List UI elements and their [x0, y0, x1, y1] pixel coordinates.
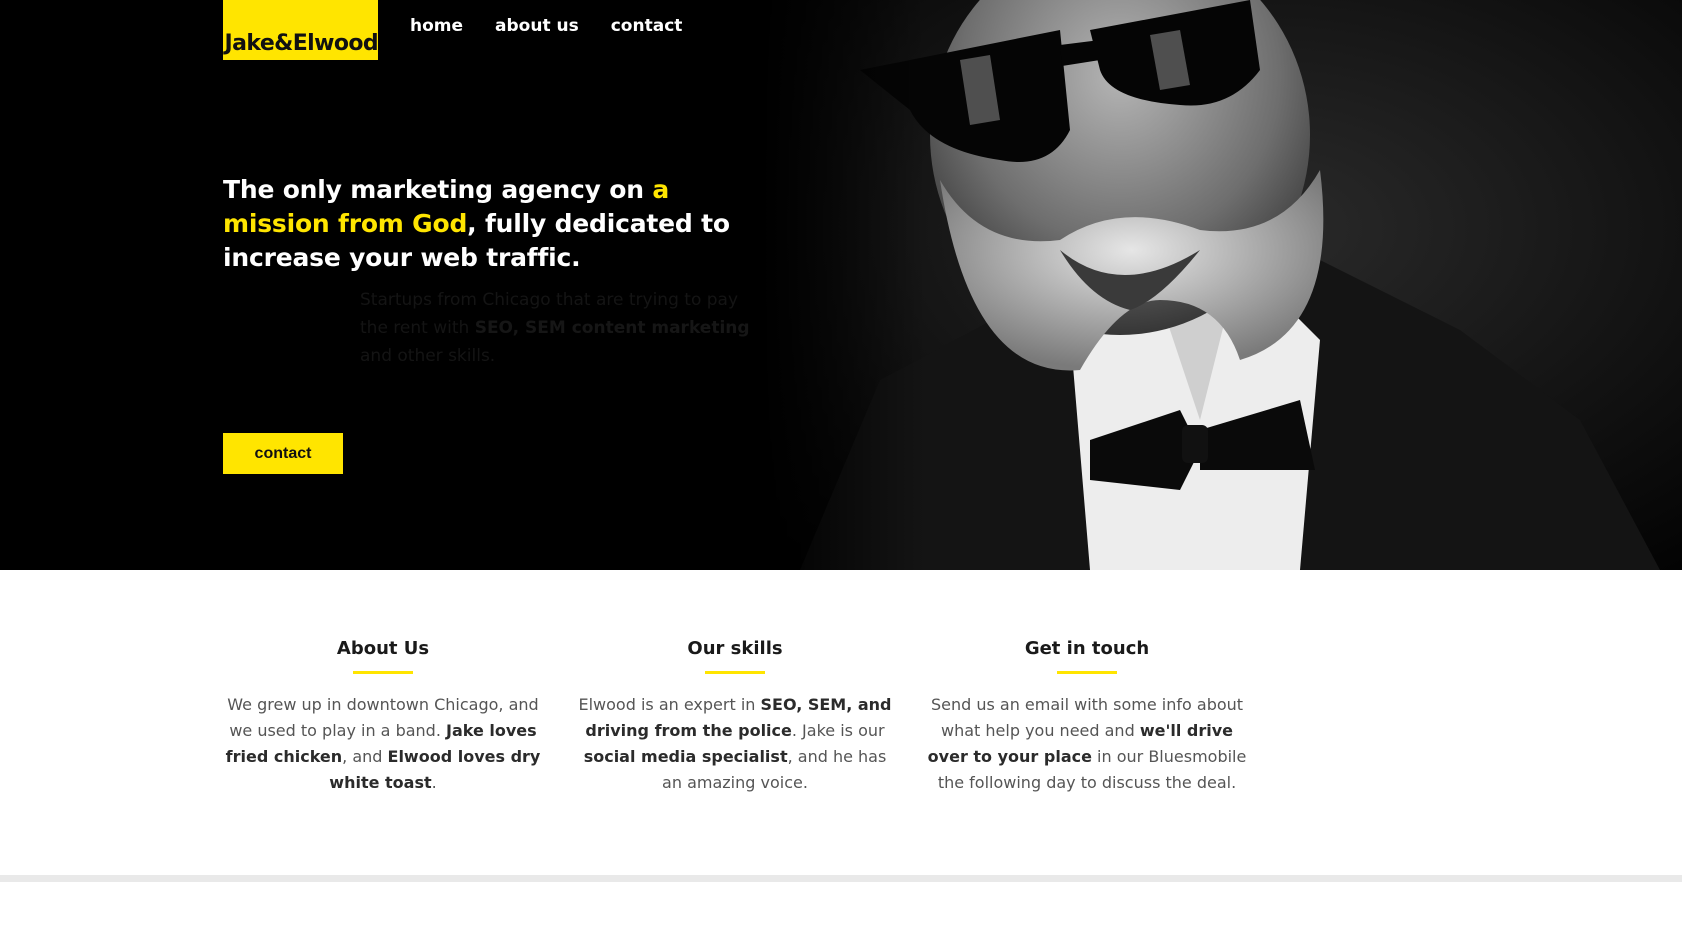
- subtext-bold: SEO, SEM content marketing: [474, 318, 750, 338]
- brand-logo[interactable]: Jake&Elwood: [223, 0, 379, 60]
- nav-contact[interactable]: contact: [611, 16, 683, 36]
- contact-button[interactable]: contact: [223, 433, 343, 474]
- feature-title: Our skills: [687, 638, 783, 659]
- feature-title: Get in touch: [1024, 638, 1150, 659]
- feature-get-in-touch: Get in touch Send us an email with some …: [927, 638, 1247, 796]
- subtext-end: and other skills.: [360, 346, 496, 366]
- hero-subtext: Startups from Chicago that are trying to…: [360, 286, 760, 370]
- feature-text-part: , and: [342, 747, 388, 766]
- headline-text-start: The only marketing agency on: [223, 175, 653, 204]
- hero-portrait-image: [760, 0, 1682, 570]
- feature-text-bold: social media specialist: [583, 747, 788, 766]
- main-nav: home about us contact: [410, 16, 682, 36]
- hero-section: Jake&Elwood home about us contact The on…: [0, 0, 1682, 570]
- feature-text-part: . Jake is our: [791, 721, 885, 740]
- title-underline: [1057, 671, 1117, 674]
- brand-logo-text: Jake&Elwood: [224, 31, 379, 56]
- title-underline: [705, 671, 765, 674]
- feature-text: We grew up in downtown Chicago, and we u…: [223, 692, 543, 796]
- feature-title: About Us: [336, 638, 430, 659]
- features-section: About Us We grew up in downtown Chicago,…: [0, 570, 1682, 875]
- section-divider: [0, 875, 1682, 882]
- nav-about-us[interactable]: about us: [495, 16, 579, 36]
- nav-home[interactable]: home: [410, 16, 463, 36]
- feature-text-part: .: [431, 773, 437, 792]
- title-underline: [353, 671, 413, 674]
- hero-headline: The only marketing agency on a mission f…: [223, 173, 783, 275]
- feature-text: Elwood is an expert in SEO, SEM, and dri…: [575, 692, 895, 796]
- feature-our-skills: Our skills Elwood is an expert in SEO, S…: [575, 638, 895, 796]
- feature-text-part: Elwood is an expert in: [578, 695, 761, 714]
- feature-text: Send us an email with some info about wh…: [927, 692, 1247, 796]
- feature-about-us: About Us We grew up in downtown Chicago,…: [223, 638, 543, 796]
